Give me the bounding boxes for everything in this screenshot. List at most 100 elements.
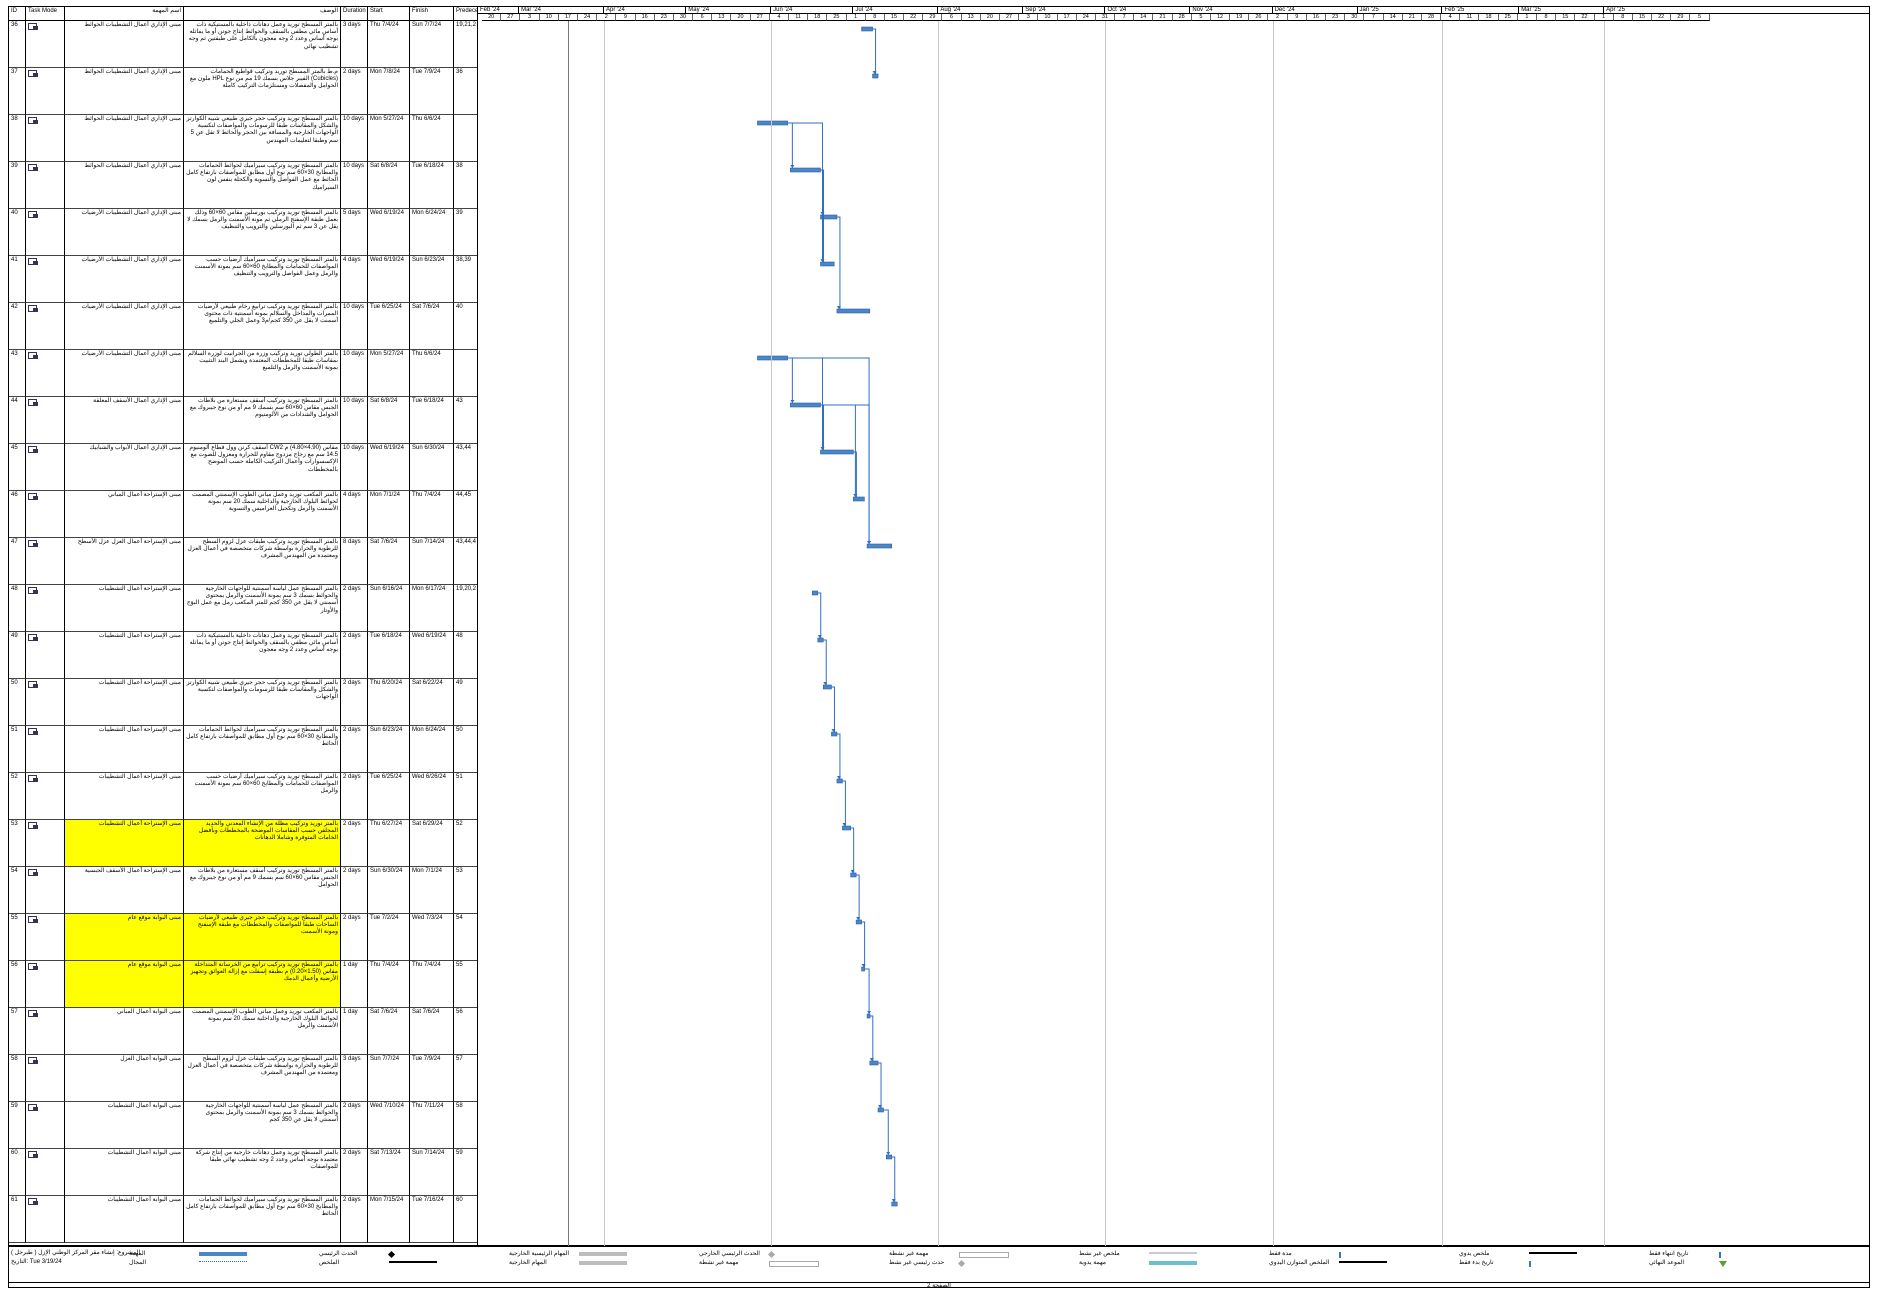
cell-desc[interactable]: بالمتر توريد وتركيب مظلة من الإنشاء المع…: [184, 820, 341, 867]
cell-duration[interactable]: 2 days: [341, 820, 368, 867]
cell-duration[interactable]: 2 days: [341, 1196, 368, 1243]
header-description[interactable]: الوصف: [184, 7, 341, 21]
cell-name[interactable]: مبنى البوابة موقع عام: [65, 914, 184, 961]
cell-desc[interactable]: بالمتر المسطح توريد وتركيب طبقات عزل لزو…: [184, 538, 341, 585]
cell-id[interactable]: 41: [9, 256, 26, 303]
cell-id[interactable]: 49: [9, 632, 26, 679]
cell-pred[interactable]: 19,21,2: [454, 21, 478, 68]
table-row[interactable]: 53 مبنى الإستراحة أعمال التشطيبات بالمتر ت…: [9, 820, 478, 867]
cell-id[interactable]: 51: [9, 726, 26, 773]
cell-pred[interactable]: [454, 350, 478, 397]
cell-name[interactable]: مبنى البوابة أعمال التشطيبات: [65, 1196, 184, 1243]
cell-start[interactable]: Sun 6/23/24: [368, 726, 410, 773]
header-id[interactable]: ID: [9, 7, 26, 21]
table-row[interactable]: 54 مبنى الإستراحة أعمال الأسقف الجبسية بال…: [9, 867, 478, 914]
gantt-bar[interactable]: [790, 402, 821, 408]
cell-id[interactable]: 46: [9, 491, 26, 538]
table-row[interactable]: 38 مبنى الإداري أعمال التشطيبات الحوائط با…: [9, 115, 478, 162]
cell-finish[interactable]: Mon 6/24/24: [410, 209, 454, 256]
cell-id[interactable]: 48: [9, 585, 26, 632]
cell-id[interactable]: 42: [9, 303, 26, 350]
cell-id[interactable]: 50: [9, 679, 26, 726]
table-row[interactable]: 59 مبنى البوابة أعمال التشطيبات بالمتر الم…: [9, 1102, 478, 1149]
cell-start[interactable]: Tue 6/25/24: [368, 303, 410, 350]
cell-pred[interactable]: 52: [454, 820, 478, 867]
gantt-bar[interactable]: [866, 543, 893, 549]
cell-pred[interactable]: 44,45: [454, 491, 478, 538]
cell-id[interactable]: 39: [9, 162, 26, 209]
cell-name[interactable]: مبنى البوابة موقع عام: [65, 961, 184, 1008]
cell-duration[interactable]: 10 days: [341, 350, 368, 397]
cell-finish[interactable]: Mon 7/1/24: [410, 867, 454, 914]
cell-pred[interactable]: 58: [454, 1102, 478, 1149]
cell-start[interactable]: Sun 6/16/24: [368, 585, 410, 632]
table-row[interactable]: 41 مبنى الإداري أعمال التشطيبات الأرضيات ب…: [9, 256, 478, 303]
gantt-bar[interactable]: [836, 778, 843, 784]
gantt-bar[interactable]: [885, 1154, 893, 1160]
table-row[interactable]: 39 مبنى الإداري أعمال التشطيبات الحوائط با…: [9, 162, 478, 209]
cell-duration[interactable]: 2 days: [341, 585, 368, 632]
task-mode-cell[interactable]: [26, 303, 65, 350]
task-mode-cell[interactable]: [26, 397, 65, 444]
table-row[interactable]: 55 مبنى البوابة موقع عام بالمتر المسطح تور…: [9, 914, 478, 961]
cell-duration[interactable]: 2 days: [341, 679, 368, 726]
cell-name[interactable]: مبنى الإستراحة أعمال العزل عزل الأسطح: [65, 538, 184, 585]
cell-duration[interactable]: 10 days: [341, 303, 368, 350]
table-row[interactable]: 40 مبنى الإداري أعمال التشطيبات الأرضيات ب…: [9, 209, 478, 256]
cell-duration[interactable]: 10 days: [341, 115, 368, 162]
task-mode-cell[interactable]: [26, 1008, 65, 1055]
cell-duration[interactable]: 10 days: [341, 162, 368, 209]
cell-duration[interactable]: 2 days: [341, 1149, 368, 1196]
task-mode-cell[interactable]: [26, 632, 65, 679]
gantt-bar[interactable]: [877, 1107, 884, 1113]
cell-id[interactable]: 60: [9, 1149, 26, 1196]
cell-pred[interactable]: 54: [454, 914, 478, 961]
cell-start[interactable]: Mon 5/27/24: [368, 350, 410, 397]
cell-finish[interactable]: Thu 7/4/24: [410, 961, 454, 1008]
cell-finish[interactable]: Tue 7/16/24: [410, 1196, 454, 1243]
cell-pred[interactable]: 19,20,2: [454, 585, 478, 632]
gantt-bar[interactable]: [822, 684, 832, 690]
cell-desc[interactable]: بالمتر المسطح توريد وتركيب طبقات عزل لزو…: [184, 1055, 341, 1102]
cell-id[interactable]: 52: [9, 773, 26, 820]
cell-name[interactable]: مبنى الإستراحة أعمال التشطيبات: [65, 632, 184, 679]
cell-name[interactable]: مبنى البوابة أعمال العزل: [65, 1055, 184, 1102]
task-mode-cell[interactable]: [26, 21, 65, 68]
task-mode-cell[interactable]: [26, 961, 65, 1008]
cell-duration[interactable]: 2 days: [341, 632, 368, 679]
table-row[interactable]: 56 مبنى البوابة موقع عام بالمتر المسطح تور…: [9, 961, 478, 1008]
header-predecessors[interactable]: Predece: [454, 7, 478, 21]
cell-name[interactable]: مبنى الإداري أعمال التشطيبات الحوائط: [65, 21, 184, 68]
task-mode-cell[interactable]: [26, 538, 65, 585]
cell-name[interactable]: مبنى الإداري أعمال الأبواب والشبابيك: [65, 444, 184, 491]
table-row[interactable]: 50 مبنى الإستراحة أعمال التشطيبات بالمتر ا…: [9, 679, 478, 726]
table-row[interactable]: 43 مبنى الإداري أعمال التشطيبات الأرضيات ب…: [9, 350, 478, 397]
gantt-bar[interactable]: [820, 261, 835, 267]
cell-pred[interactable]: 57: [454, 1055, 478, 1102]
cell-name[interactable]: مبنى البوابة أعمال المباني: [65, 1008, 184, 1055]
gantt-bar[interactable]: [850, 872, 857, 878]
gantt-bar[interactable]: [866, 1013, 871, 1019]
cell-finish[interactable]: Sun 7/7/24: [410, 21, 454, 68]
cell-duration[interactable]: 3 days: [341, 21, 368, 68]
cell-start[interactable]: Mon 7/15/24: [368, 1196, 410, 1243]
task-mode-cell[interactable]: [26, 115, 65, 162]
cell-id[interactable]: 43: [9, 350, 26, 397]
cell-finish[interactable]: Sun 7/14/24: [410, 538, 454, 585]
cell-pred[interactable]: [454, 115, 478, 162]
cell-id[interactable]: 56: [9, 961, 26, 1008]
cell-pred[interactable]: 55: [454, 961, 478, 1008]
cell-name[interactable]: مبنى الإداري أعمال التشطيبات الأرضيات: [65, 303, 184, 350]
task-mode-cell[interactable]: [26, 68, 65, 115]
header-duration[interactable]: Duration: [341, 7, 368, 21]
cell-id[interactable]: 45: [9, 444, 26, 491]
task-mode-cell[interactable]: [26, 209, 65, 256]
table-row[interactable]: 58 مبنى البوابة أعمال العزل بالمتر المسطح …: [9, 1055, 478, 1102]
gantt-bar[interactable]: [790, 167, 821, 173]
cell-start[interactable]: Thu 7/4/24: [368, 21, 410, 68]
gantt-bar[interactable]: [861, 966, 865, 972]
cell-start[interactable]: Wed 6/19/24: [368, 444, 410, 491]
gantt-bar[interactable]: [757, 120, 788, 126]
task-mode-cell[interactable]: [26, 1196, 65, 1243]
cell-start[interactable]: Tue 6/18/24: [368, 632, 410, 679]
